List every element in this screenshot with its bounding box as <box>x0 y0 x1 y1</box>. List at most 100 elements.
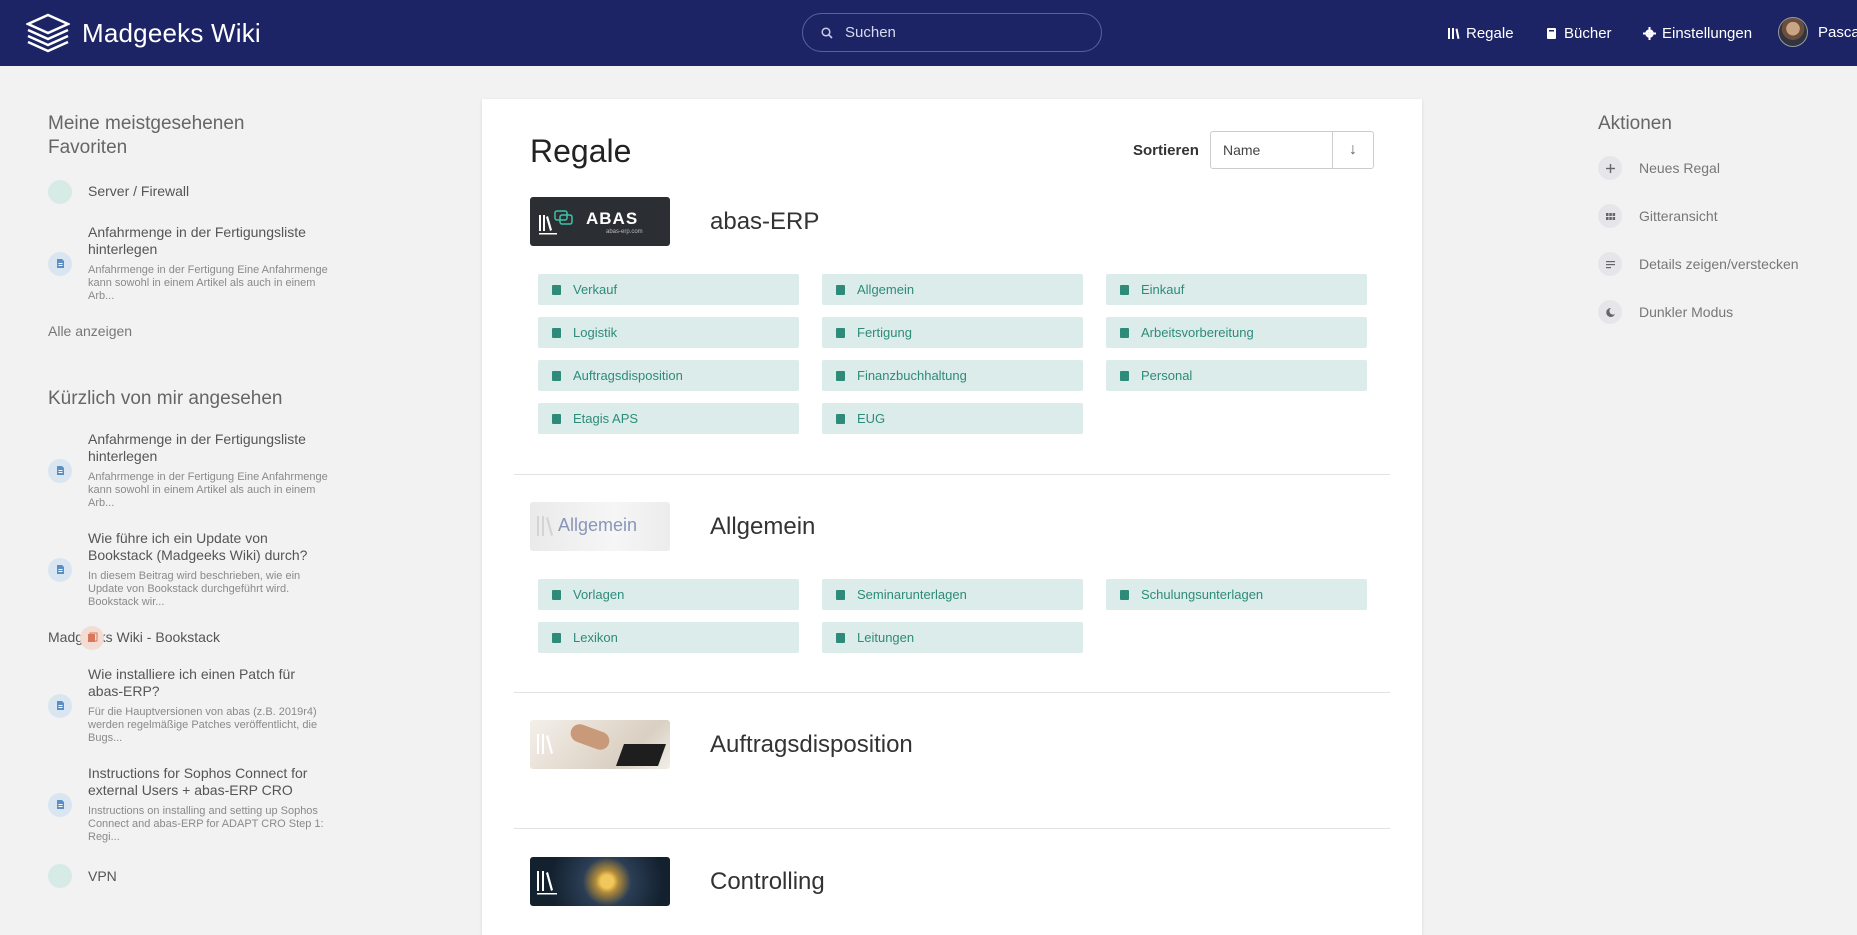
shelf-item: Allgemein Allgemein Vorlagen Seminarunte… <box>514 502 1390 653</box>
recent-item[interactable]: Wie installiere ich einen Patch für abas… <box>48 666 328 745</box>
grid-icon <box>1598 204 1622 228</box>
shelf-thumbnail[interactable] <box>530 857 670 906</box>
recent-title-text: Wie führe ich ein Update von Bookstack (… <box>88 530 308 563</box>
favorite-title: Server / Firewall <box>88 183 190 199</box>
book-icon <box>1120 284 1129 295</box>
sort-direction-button[interactable]: ↓ <box>1333 132 1373 168</box>
search-icon <box>821 26 833 39</box>
book-icon <box>552 370 561 381</box>
book-chip[interactable]: Arbeitsvorbereitung <box>1106 317 1367 348</box>
book-chip[interactable]: Personal <box>1106 360 1367 391</box>
book-chip[interactable]: Finanzbuchhaltung <box>822 360 1083 391</box>
book-chip[interactable]: EUG <box>822 403 1083 434</box>
book-chip-label: EUG <box>857 411 886 426</box>
recent-title-text: Wie installiere ich einen Patch für abas… <box>88 666 295 699</box>
toggle-details-action[interactable]: Details zeigen/verstecken <box>1598 252 1838 276</box>
book-chip[interactable]: Etagis APS <box>538 403 799 434</box>
new-shelf-action[interactable]: Neues Regal <box>1598 156 1838 180</box>
shelf-divider <box>514 692 1390 693</box>
dark-mode-action[interactable]: Dunkler Modus <box>1598 300 1838 324</box>
book-chip[interactable]: Seminarunterlagen <box>822 579 1083 610</box>
top-header: Madgeeks Wiki Regale Bücher Einstellunge… <box>0 0 1857 66</box>
user-menu[interactable]: Pascal <box>1778 17 1857 47</box>
book-chip-label: Seminarunterlagen <box>857 587 967 602</box>
left-sidebar: Meine meistgesehenen Favoriten Server / … <box>48 112 328 888</box>
nav-shelves-link[interactable]: Regale <box>1447 0 1514 66</box>
shelves-logo-icon <box>537 516 553 536</box>
book-chip-label: Lexikon <box>573 630 618 645</box>
book-chip[interactable]: Auftragsdisposition <box>538 360 799 391</box>
nav-settings-label: Einstellungen <box>1662 24 1753 42</box>
shelves-card: Regale Sortieren Name ↓ ABAS abas-erp.co… <box>482 99 1422 935</box>
shelf-name[interactable]: Allgemein <box>710 513 815 541</box>
recent-item[interactable]: Instructions for Sophos Connect for exte… <box>48 765 328 844</box>
shelf-thumbnail[interactable] <box>530 720 670 769</box>
grid-view-action[interactable]: Gitteransicht <box>1598 204 1838 228</box>
favorite-item[interactable]: Anfahrmenge in der Fertigungsliste hinte… <box>48 224 328 303</box>
action-label: Neues Regal <box>1639 160 1720 176</box>
recent-title-text: Madgeeks Wiki - Bookstack <box>48 629 220 645</box>
show-all-link[interactable]: Alle anzeigen <box>48 323 328 339</box>
shelf-thumbnail-text: ABAS <box>586 209 639 228</box>
shelf-thumbnail-subtext: abas-erp.com <box>606 229 643 235</box>
hand-image <box>568 721 612 753</box>
recent-item[interactable]: Wie führe ich ein Update von Bookstack (… <box>48 530 328 609</box>
book-chip[interactable]: Allgemein <box>822 274 1083 305</box>
nav-settings-link[interactable]: Einstellungen <box>1643 0 1752 66</box>
favorite-item[interactable]: Server / Firewall <box>48 180 328 204</box>
book-chip[interactable]: Vorlagen <box>538 579 799 610</box>
app-logo-link[interactable]: Madgeeks Wiki <box>26 13 261 53</box>
nav-shelves-label: Regale <box>1466 24 1514 42</box>
book-chip[interactable]: Verkauf <box>538 274 799 305</box>
book-chip-label: Fertigung <box>857 325 912 340</box>
sort-select[interactable]: Name <box>1211 132 1333 168</box>
recent-item[interactable]: Madgeeks Wiki - Bookstack <box>48 625 328 650</box>
recent-description: Anfahrmenge in der Fertigung Eine Anfahr… <box>88 471 328 509</box>
book-chip[interactable]: Lexikon <box>538 622 799 653</box>
tablet-image <box>615 744 667 766</box>
page-icon <box>48 251 72 276</box>
moon-icon <box>1598 300 1622 324</box>
book-chip-label: Allgemein <box>857 282 915 297</box>
nav-books-link[interactable]: Bücher <box>1545 0 1612 66</box>
book-chip[interactable]: Leitungen <box>822 622 1083 653</box>
recent-item[interactable]: Anfahrmenge in der Fertigungsliste hinte… <box>48 431 328 510</box>
book-icon <box>836 589 845 600</box>
books-stack-icon <box>26 13 70 53</box>
action-label: Dunkler Modus <box>1639 304 1734 320</box>
recent-description: Für die Hauptversionen von abas (z.B. 20… <box>88 706 318 744</box>
book-chip[interactable]: Logistik <box>538 317 799 348</box>
book-chip[interactable]: Einkauf <box>1106 274 1367 305</box>
shelf-item: Auftragsdisposition <box>514 720 1390 769</box>
recent-title-text: Instructions for Sophos Connect for exte… <box>88 765 308 798</box>
favorite-title: Anfahrmenge in der Fertigungsliste hinte… <box>88 224 306 257</box>
recent-description: Instructions on installing and setting u… <box>88 805 324 843</box>
book-icon <box>836 370 845 381</box>
gear-icon <box>1643 26 1656 40</box>
book-icon <box>1120 589 1129 600</box>
book-icon <box>1120 370 1129 381</box>
book-icon <box>1120 327 1129 338</box>
action-label: Gitteransicht <box>1639 208 1718 224</box>
shelf-name[interactable]: Controlling <box>710 868 825 896</box>
shelf-thumbnail[interactable]: ABAS abas-erp.com <box>530 197 670 246</box>
book-icon <box>552 327 561 338</box>
book-chip[interactable]: Schulungsunterlagen <box>1106 579 1367 610</box>
book-icon <box>836 632 845 643</box>
list-details-icon <box>1598 252 1622 276</box>
search-input[interactable] <box>845 24 1085 41</box>
page-icon <box>48 557 72 582</box>
book-icon <box>836 327 845 338</box>
shelf-item: ABAS abas-erp.com abas-ERP Verkauf Allge… <box>514 197 1390 434</box>
recent-item[interactable]: VPN <box>48 864 328 888</box>
page-icon <box>48 792 72 817</box>
search-box <box>802 13 1102 52</box>
shelf-thumbnail[interactable]: Allgemein <box>530 502 670 551</box>
book-chip-label: Schulungsunterlagen <box>1141 587 1264 602</box>
shelf-name[interactable]: Auftragsdisposition <box>710 731 913 759</box>
recent-description: In diesem Beitrag wird beschrieben, wie … <box>88 570 301 608</box>
book-chip[interactable]: Fertigung <box>822 317 1083 348</box>
shelf-name[interactable]: abas-ERP <box>710 208 819 236</box>
book-icon <box>552 589 561 600</box>
user-name: Pascal <box>1818 23 1857 41</box>
